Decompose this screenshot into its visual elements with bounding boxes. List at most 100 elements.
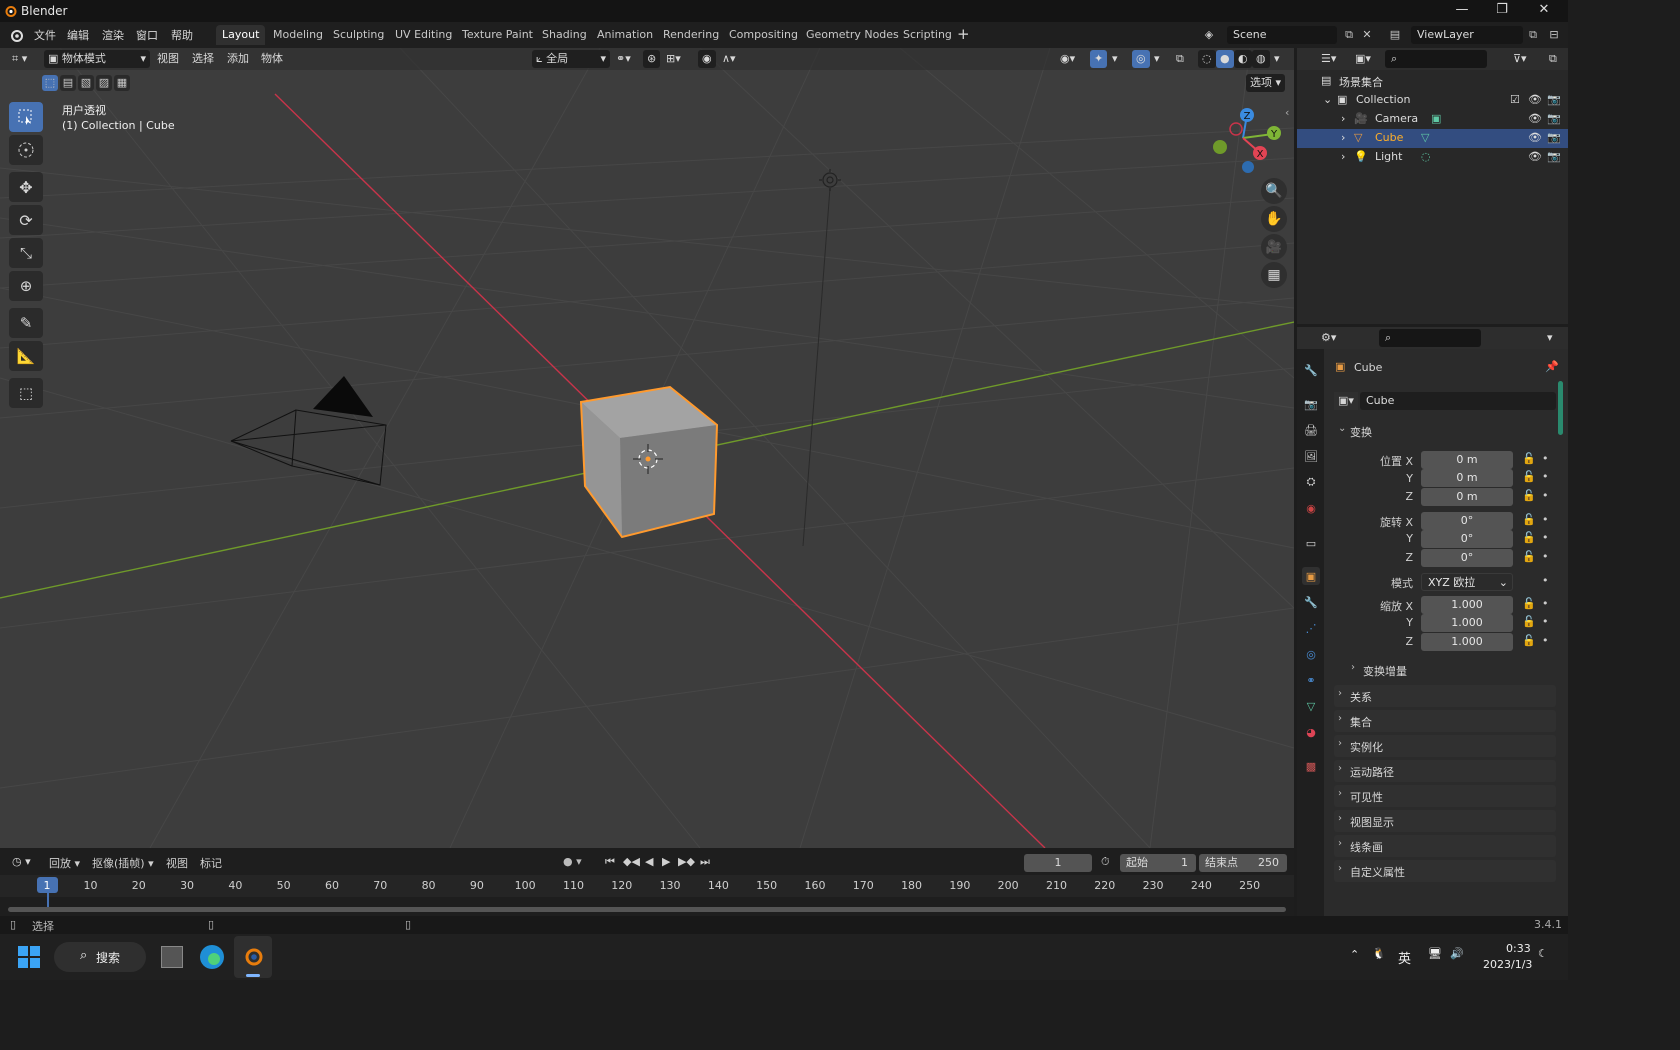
jump-start-icon[interactable]: ⏮	[605, 855, 615, 869]
tab-shading[interactable]: Shading	[536, 25, 593, 45]
exclude-checkbox-icon[interactable]: ☑	[1510, 93, 1520, 106]
measure-tool[interactable]: 📐	[9, 341, 43, 371]
line-art-panel-header[interactable]: › 线条画	[1334, 835, 1556, 857]
add-workspace-button[interactable]: +	[957, 25, 970, 43]
scene-tab-icon[interactable]: ⛭	[1302, 473, 1320, 491]
solid-shading-icon[interactable]: ●	[1216, 50, 1234, 68]
wireframe-shading-icon[interactable]: ◌	[1198, 50, 1216, 68]
keyframe-dot-icon[interactable]: •	[1542, 470, 1549, 483]
falloff-icon[interactable]: ∧▾	[718, 50, 740, 68]
tray-expand-icon[interactable]: ⌃	[1350, 948, 1359, 961]
timeline-view-menu[interactable]: 视图	[166, 855, 188, 871]
shading-menu-icon[interactable]: ▾	[1270, 50, 1284, 68]
world-tab-icon[interactable]: ◉	[1302, 499, 1320, 517]
windows-start-icon[interactable]	[18, 946, 40, 968]
keyframe-dot-icon[interactable]: •	[1542, 531, 1549, 544]
expand-arrow-icon[interactable]: ›	[1341, 150, 1345, 163]
object-browse-icon[interactable]: ▣▾	[1334, 392, 1358, 410]
tab-texture-paint[interactable]: Texture Paint	[456, 25, 539, 45]
keyframe-dot-icon[interactable]: •	[1542, 634, 1549, 647]
taskbar-blender-button[interactable]	[234, 936, 272, 978]
qq-tray-icon[interactable]: 🐧	[1372, 947, 1386, 960]
snap-target-icon[interactable]: ⊞▾	[662, 50, 685, 68]
zoom-icon[interactable]: 🔍	[1261, 178, 1287, 204]
outliner-item-cube[interactable]: › ▽ Cube ▽ 👁 📷	[1297, 129, 1568, 148]
custom-properties-panel-header[interactable]: › 自定义属性	[1334, 860, 1556, 882]
marker-menu[interactable]: 标记	[200, 855, 222, 871]
3d-viewport[interactable]: ⌗ ▾ ▣ 物体模式 ▾ 视图 选择 添加 物体 ⟀ 全局 ▾ ⚭▾ ⊛ ⊞▾ ◉ …	[0, 48, 1294, 848]
viewport-display-panel-header[interactable]: › 视图显示	[1334, 810, 1556, 832]
pan-hand-icon[interactable]: ✋	[1261, 206, 1287, 232]
keyframe-dot-icon[interactable]: •	[1542, 489, 1549, 502]
rotate-tool[interactable]: ⟳	[9, 205, 43, 235]
snap-icon[interactable]: ⊛	[643, 50, 661, 68]
data-tab-icon[interactable]: ▽	[1302, 697, 1320, 715]
tab-geometry-nodes[interactable]: Geometry Nodes	[800, 25, 905, 45]
location-x-field[interactable]: 0 m	[1421, 451, 1513, 469]
keyframe-dot-icon[interactable]: •	[1542, 597, 1549, 610]
rotation-mode-dropdown[interactable]: XYZ 欧拉 ⌄	[1421, 573, 1513, 591]
lock-icon[interactable]: 🔓	[1522, 615, 1536, 628]
lock-icon[interactable]: 🔓	[1522, 452, 1536, 465]
new-viewlayer-icon[interactable]: ⧉	[1524, 26, 1542, 44]
taskbar-search-box[interactable]: ⌕ 搜索	[54, 942, 146, 972]
outliner-search-input[interactable]: ⌕	[1385, 50, 1487, 68]
collection-tab-icon[interactable]: ▭	[1302, 534, 1320, 552]
particles-tab-icon[interactable]: ⋰	[1302, 619, 1320, 637]
expand-arrow-icon[interactable]: ⌄	[1323, 93, 1332, 106]
record-icon[interactable]: ● ▾	[563, 855, 582, 868]
scale-tool[interactable]: ⤡	[9, 238, 43, 268]
playback-menu[interactable]: 回放 ▾	[49, 855, 80, 871]
keyframe-dot-icon[interactable]: •	[1542, 574, 1549, 587]
gizmo-menu-icon[interactable]: ▾	[1108, 50, 1122, 68]
tab-compositing[interactable]: Compositing	[723, 25, 804, 45]
transform-tool[interactable]: ⊕	[9, 271, 43, 301]
keyframe-dot-icon[interactable]: •	[1542, 452, 1549, 465]
eye-icon[interactable]: 👁	[1528, 93, 1542, 106]
notification-icon[interactable]: ☾	[1538, 947, 1548, 960]
outliner-root[interactable]: ▤ 场景集合	[1297, 72, 1568, 91]
pivot-icon[interactable]: ⚭▾	[612, 50, 635, 68]
tab-modeling[interactable]: Modeling	[267, 25, 329, 45]
ortho-toggle-icon[interactable]: ▦	[1261, 262, 1287, 288]
delete-scene-icon[interactable]: ✕	[1358, 26, 1376, 44]
add-cube-tool[interactable]: ⬚	[9, 378, 43, 408]
viewlayer-browse-icon[interactable]: ▤	[1386, 26, 1404, 44]
properties-search-input[interactable]: ⌕	[1379, 329, 1481, 347]
camera-view-icon[interactable]: 🎥	[1261, 234, 1287, 260]
minimize-button[interactable]: —	[1440, 0, 1484, 22]
light-data-icon[interactable]: ◌	[1421, 150, 1431, 163]
overlay-menu-icon[interactable]: ▾	[1150, 50, 1164, 68]
output-tab-icon[interactable]: 🖨	[1302, 421, 1320, 439]
properties-editor-type-icon[interactable]: ⚙▾	[1317, 329, 1340, 347]
transform-panel-header[interactable]: ⌄ 变换	[1334, 420, 1556, 442]
jump-end-icon[interactable]: ⏭	[700, 855, 710, 869]
ime-indicator[interactable]: 英	[1398, 948, 1411, 967]
start-frame-field[interactable]: 起始 1	[1120, 854, 1196, 872]
scene-browse-icon[interactable]: ◈	[1200, 26, 1218, 44]
tool-tab-icon[interactable]: 🔧	[1302, 361, 1320, 379]
taskbar-time[interactable]: 0:33	[1506, 942, 1531, 955]
navigation-gizmo[interactable]: Z Y X	[1205, 106, 1294, 176]
select-extend-icon[interactable]: ▤	[60, 75, 76, 91]
prev-keyframe-icon[interactable]: ◆◀	[623, 855, 640, 868]
lock-icon[interactable]: 🔓	[1522, 513, 1536, 526]
camera-data-icon[interactable]: ▣	[1431, 112, 1441, 125]
lock-icon[interactable]: 🔓	[1522, 531, 1536, 544]
close-button[interactable]: ✕	[1522, 0, 1566, 22]
tab-animation[interactable]: Animation	[591, 25, 659, 45]
move-tool[interactable]: ✥	[9, 172, 43, 202]
proportional-edit-icon[interactable]: ◉	[698, 50, 716, 68]
render-camera-icon[interactable]: 📷	[1547, 150, 1561, 163]
instancing-panel-header[interactable]: › 实例化	[1334, 735, 1556, 757]
pin-icon[interactable]: 📌	[1545, 360, 1559, 373]
keyframe-dot-icon[interactable]: •	[1542, 513, 1549, 526]
delete-viewlayer-icon[interactable]: ⊟	[1545, 26, 1563, 44]
mode-dropdown[interactable]: ▣ 物体模式 ▾	[44, 50, 150, 68]
cursor-tool[interactable]	[9, 135, 43, 165]
outliner-item-camera[interactable]: › 🎥 Camera ▣ 👁 📷	[1297, 110, 1568, 129]
restore-button[interactable]: ❐	[1480, 0, 1524, 22]
modifier-tab-icon[interactable]: 🔧	[1302, 593, 1320, 611]
select-subtract-icon[interactable]: ▧	[78, 75, 94, 91]
blender-menu-icon[interactable]	[8, 27, 24, 43]
